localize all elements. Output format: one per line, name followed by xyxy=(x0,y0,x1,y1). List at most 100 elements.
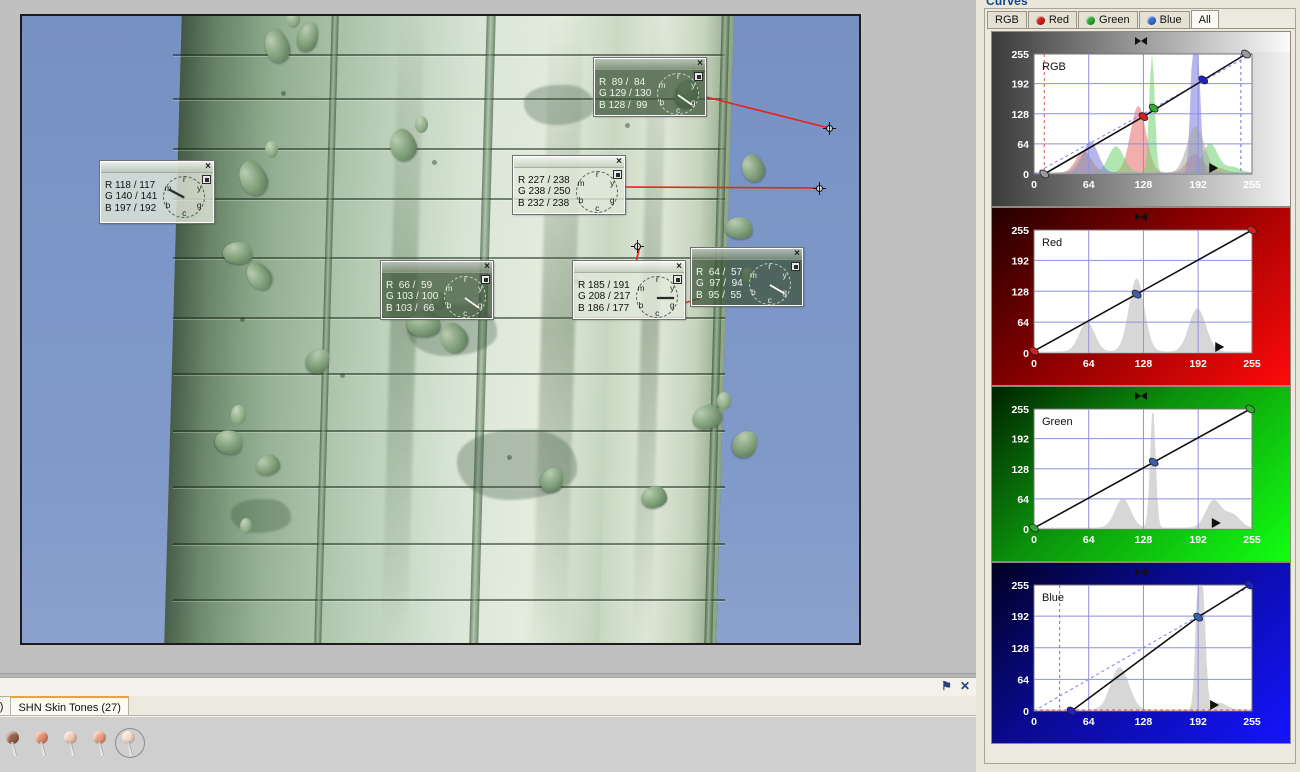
xtick-128: 128 xyxy=(1135,534,1153,546)
sample-point-1[interactable] xyxy=(823,122,836,135)
dial-label-r: r xyxy=(595,168,599,179)
skin-pin-2[interactable] xyxy=(33,731,51,759)
sample-point-3[interactable] xyxy=(631,240,644,253)
dial-label-m: m xyxy=(577,177,585,188)
pin-needle-icon xyxy=(127,741,132,756)
readout-close-icon[interactable]: × xyxy=(697,58,703,69)
xtick-192: 192 xyxy=(1189,534,1207,546)
dial-label-c: c xyxy=(463,307,468,318)
readout-close-icon[interactable]: × xyxy=(676,261,682,272)
readout-lock-icon[interactable] xyxy=(694,72,703,81)
dial-label-m: m xyxy=(658,79,666,90)
readout-titlebar[interactable]: × xyxy=(514,156,624,168)
readout-titlebar[interactable]: × xyxy=(692,248,802,260)
bottom-dock: ⚑ ✕ (9)SHN Skin Tones (27) xyxy=(0,677,976,772)
color-vector-dial: rygcbm xyxy=(162,173,206,219)
readout-6[interactable]: ×R 64 / 57 G 97 / 94 B 95 / 55rygcbm xyxy=(690,247,804,307)
curve-plot-svg[interactable]: 255 192 128 64 00 64 128 192 255 RGB xyxy=(992,32,1292,208)
channel-tab-label: Red xyxy=(1048,14,1070,26)
channel-tab-label: RGB xyxy=(995,14,1019,26)
ytick-192: 192 xyxy=(1011,611,1029,623)
blue-channel-curve[interactable]: 255 192 128 64 0 0 64 128 192 255 Blue xyxy=(991,562,1291,744)
ytick-255: 255 xyxy=(1011,49,1029,61)
skin-pin-4[interactable] xyxy=(91,731,109,759)
dock-tab-1[interactable]: SHN Skin Tones (27) xyxy=(10,696,129,715)
channel-tab-all[interactable]: All xyxy=(1190,10,1219,28)
readout-lock-icon[interactable] xyxy=(481,275,490,284)
green-channel-curve[interactable]: 255 192 128 64 0 0 64 128 192 255 Green xyxy=(991,386,1291,562)
dial-label-c: c xyxy=(676,104,681,115)
rgb-composite-curve[interactable]: 255 192 128 64 0 0 64 128 192 255 RGB xyxy=(991,31,1291,207)
readout-titlebar[interactable]: × xyxy=(382,261,492,273)
ytick-128: 128 xyxy=(1011,286,1029,298)
readout-5[interactable]: × R 185 / 191 G 208 / 217 B 186 / 177 r y g c… xyxy=(572,260,686,322)
channel-tab-label: Green xyxy=(1099,14,1130,26)
readout-titlebar[interactable]: × xyxy=(101,161,213,173)
pin-head-icon xyxy=(122,731,135,744)
xtick-0: 0 xyxy=(1031,716,1037,728)
curve-plot-svg[interactable]: 255 192 128 64 00 64 128 192 255 Blue xyxy=(992,563,1292,745)
readout-2[interactable]: × R 89 / 84 G 129 / 130 B 128 / 99 r y g c b m xyxy=(593,57,707,117)
ytick-64: 64 xyxy=(1017,674,1029,686)
readout-titlebar[interactable]: × xyxy=(595,58,705,70)
curve-panel-background: 255 192 128 64 0 0 64 128 192 255 RGB xyxy=(992,32,1290,206)
readout-body: R 227 / 238 G 238 / 250 B 232 / 238 r y g c b… xyxy=(514,168,624,217)
readout-body: R 185 / 191 G 208 / 217 B 186 / 177 r y g c b… xyxy=(574,273,684,322)
skin-pin-1[interactable] xyxy=(4,731,22,759)
curve-plot-svg[interactable]: 255 192 128 64 00 64 128 192 255 Green xyxy=(992,387,1292,563)
xtick-64: 64 xyxy=(1083,534,1095,546)
readout-body: R 118 / 117 G 140 / 141 B 197 / 192 r y g c b… xyxy=(101,173,213,222)
ytick-0: 0 xyxy=(1023,524,1029,536)
readout-lock-icon[interactable] xyxy=(613,170,622,179)
panel-title: Curves xyxy=(986,0,1028,8)
dial-label-y: y xyxy=(691,79,696,90)
readout-3[interactable]: × R 227 / 238 G 238 / 250 B 232 / 238 r y g c… xyxy=(512,155,626,217)
color-vector-dial: rygcbm xyxy=(748,261,792,306)
readout-lock-icon[interactable] xyxy=(791,262,800,271)
channel-tab-green[interactable]: Green xyxy=(1078,11,1138,28)
curve-plot-svg[interactable]: 255 192 128 64 00 64 128 192 255 Red xyxy=(992,208,1292,387)
dial-needle xyxy=(657,297,675,299)
channel-tab-red[interactable]: Red xyxy=(1027,11,1078,28)
readout-values: R 89 / 84 G 129 / 130 B 128 / 99 xyxy=(599,76,652,111)
xtick-192: 192 xyxy=(1189,179,1207,191)
xtick-64: 64 xyxy=(1083,716,1095,728)
dock-tabstrip: (9)SHN Skin Tones (27) xyxy=(0,696,976,716)
skin-pin-5[interactable] xyxy=(115,728,145,759)
dial-label-y: y xyxy=(610,177,615,188)
red-channel-curve[interactable]: 255 192 128 64 0 0 64 128 192 255 Red xyxy=(991,207,1291,386)
photograph xyxy=(22,16,859,643)
xtick-255: 255 xyxy=(1243,179,1261,191)
editor-area: × R 118 / 117 G 140 / 141 B 197 / 192 r y g c… xyxy=(0,0,976,673)
ytick-192: 192 xyxy=(1011,255,1029,267)
channel-tab-blue[interactable]: Blue xyxy=(1138,11,1190,28)
ytick-192: 192 xyxy=(1011,434,1029,446)
readout-close-icon[interactable]: × xyxy=(205,161,211,172)
curve-channel-label: RGB xyxy=(1042,61,1066,73)
dial-label-g: g xyxy=(669,299,675,310)
channel-dot-red-icon xyxy=(1035,15,1045,25)
curve-channel-label: Red xyxy=(1042,237,1062,249)
close-icon[interactable]: ✕ xyxy=(960,680,970,693)
pin-icon[interactable]: ⚑ xyxy=(941,680,952,693)
dial-label-y: y xyxy=(670,282,675,293)
readout-4[interactable]: × R 66 / 59 G 103 / 100 B 103 / 66 r y g c b m xyxy=(380,260,494,320)
ytick-128: 128 xyxy=(1011,643,1029,655)
image-canvas[interactable]: × R 118 / 117 G 140 / 141 B 197 / 192 r y g c… xyxy=(20,14,861,645)
channel-tab-label: Blue xyxy=(1159,14,1182,26)
readout-close-icon[interactable]: × xyxy=(616,156,622,167)
xtick-255: 255 xyxy=(1243,716,1261,728)
readout-lock-icon[interactable] xyxy=(673,275,682,284)
readout-lock-icon[interactable] xyxy=(202,175,211,184)
skin-pin-3[interactable] xyxy=(62,731,80,759)
readout-close-icon[interactable]: × xyxy=(484,261,490,272)
skin-tone-swatch-row xyxy=(0,717,976,772)
readout-close-icon[interactable]: × xyxy=(794,248,800,259)
dial-label-r: r xyxy=(463,273,467,284)
sample-point-2[interactable] xyxy=(813,182,826,195)
readout-1[interactable]: × R 118 / 117 G 140 / 141 B 197 / 192 r y g c… xyxy=(99,160,215,224)
readout-titlebar[interactable]: × xyxy=(574,261,684,273)
dial-label-b: b xyxy=(751,286,756,297)
dial-label-r: r xyxy=(182,173,186,184)
channel-tab-rgb[interactable]: RGB xyxy=(987,11,1027,28)
